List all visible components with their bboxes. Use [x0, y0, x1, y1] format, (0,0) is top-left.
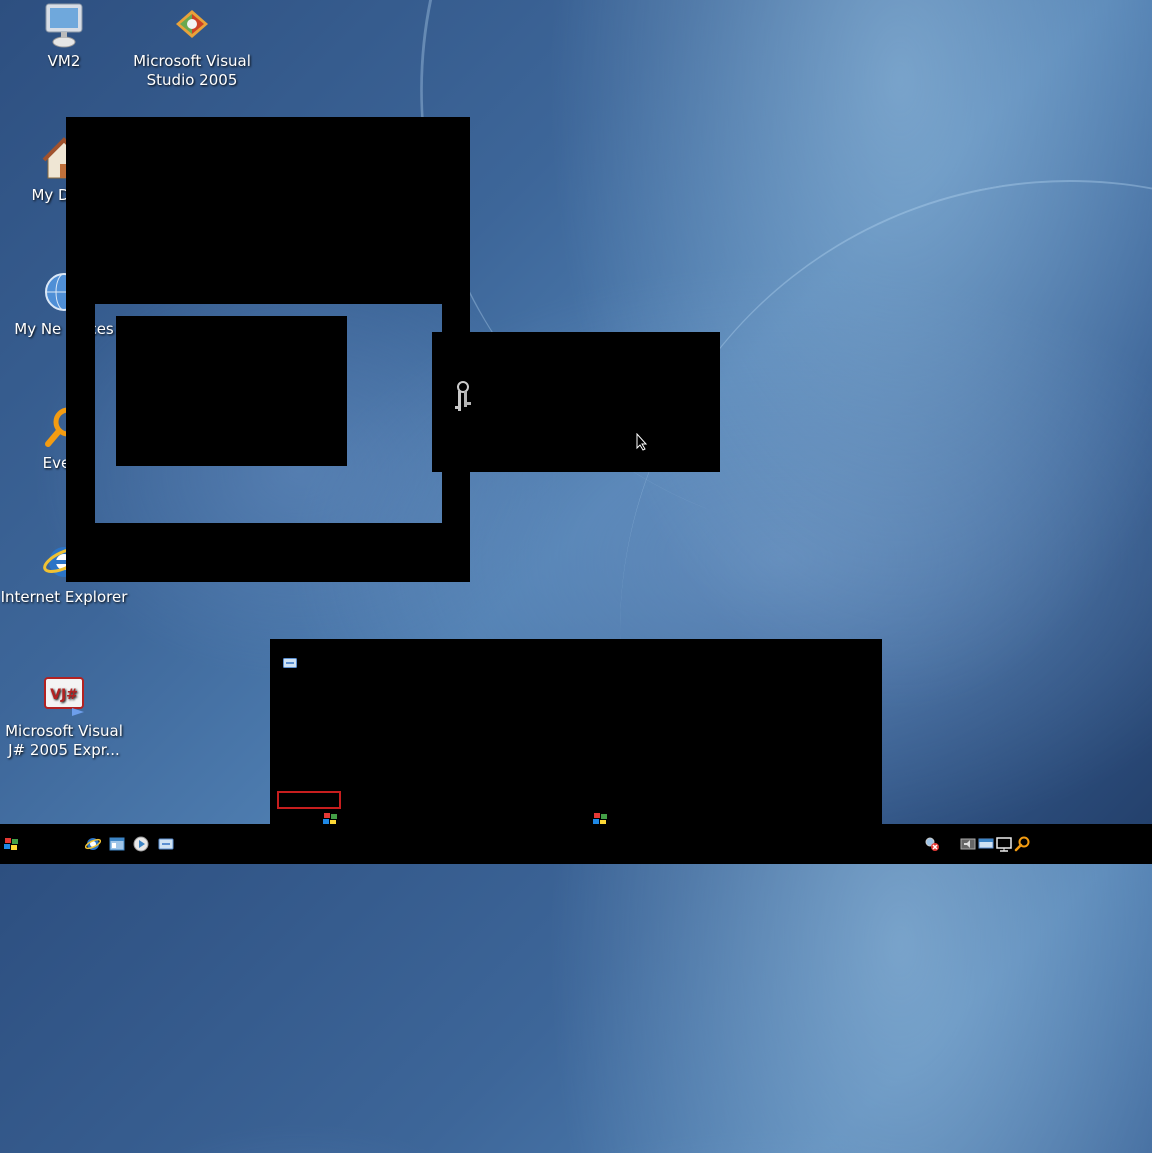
redacted-dialog-inner	[116, 316, 347, 466]
highlight-box	[277, 791, 341, 809]
keys-icon	[452, 380, 474, 414]
desktop-icon-label: Microsoft Visual Studio 2005	[133, 52, 251, 89]
redacted-window-main	[66, 117, 470, 304]
redacted-window-bottom	[270, 639, 882, 824]
desktop-icon-label: Microsoft Visual J# 2005 Expr...	[5, 722, 123, 759]
monitor-icon	[42, 2, 86, 48]
desktop-icon-vm2[interactable]: VM2	[0, 2, 128, 71]
windows-logo-icon	[323, 811, 339, 825]
start-button[interactable]	[4, 836, 20, 852]
volume-icon[interactable]	[960, 836, 976, 852]
mouse-cursor-icon	[636, 432, 648, 451]
display-icon[interactable]	[996, 836, 1012, 852]
internet-explorer-icon[interactable]	[84, 836, 102, 852]
keyboard-tray-icon[interactable]	[978, 836, 994, 852]
desktop-icon-label: My Ne Places	[14, 320, 114, 338]
media-player-icon[interactable]	[133, 836, 149, 852]
desktop-icon-visual-studio[interactable]: Microsoft Visual Studio 2005	[128, 2, 256, 90]
network-icon[interactable]	[924, 836, 940, 852]
desktop-icon-everything[interactable]: Every	[0, 404, 128, 473]
windows-logo-icon	[593, 811, 609, 825]
explorer-icon[interactable]	[109, 836, 125, 852]
keyboard-icon[interactable]	[283, 653, 297, 668]
windows-logo-icon	[4, 838, 18, 850]
desktop-icon-label: Every	[42, 454, 86, 472]
taskbar	[0, 824, 1152, 864]
redacted-window-main-bottom	[66, 523, 470, 582]
keyboard-icon[interactable]	[158, 836, 174, 852]
svg-text:VJ#: VJ#	[50, 687, 78, 703]
search-icon[interactable]	[1014, 836, 1030, 852]
visual-studio-icon	[170, 2, 214, 46]
desktop-icon-label: VM2	[47, 52, 81, 70]
desktop-icon-label: Internet Explorer	[0, 588, 128, 606]
desktop-icon-visual-jsharp[interactable]: VJ# Microsoft Visual J# 2005 Expr...	[0, 672, 128, 760]
visual-jsharp-icon: VJ#	[42, 672, 86, 716]
redacted-dialog-right	[432, 332, 720, 472]
